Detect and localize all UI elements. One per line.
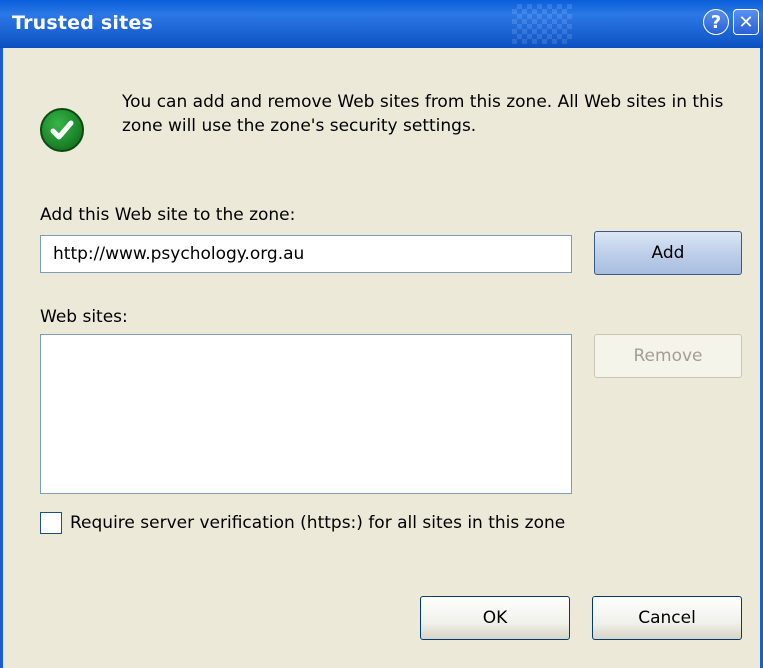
close-button[interactable]: ✕ (733, 9, 759, 35)
remove-button-label: Remove (633, 346, 703, 366)
remove-button: Remove (594, 334, 742, 378)
https-verification-label[interactable]: Require server verification (https:) for… (70, 513, 565, 533)
add-button[interactable]: Add (594, 231, 742, 275)
zone-description: You can add and remove Web sites from th… (122, 92, 724, 136)
web-sites-list[interactable] (40, 334, 572, 494)
ok-button-label: OK (482, 608, 508, 628)
window-title: Trusted sites (12, 12, 153, 34)
site-url-input[interactable] (40, 235, 572, 273)
check-icon (40, 108, 84, 152)
close-icon: ✕ (738, 11, 754, 33)
help-icon: ? (710, 11, 722, 33)
help-button[interactable]: ? (703, 9, 729, 35)
https-verification-row[interactable]: Require server verification (https:) for… (40, 512, 565, 534)
https-verification-checkbox[interactable] (40, 512, 62, 534)
title-bar[interactable]: Trusted sites ? ✕ (0, 0, 763, 48)
add-site-label: Add this Web site to the zone: (40, 205, 296, 225)
cancel-button[interactable]: Cancel (592, 596, 742, 640)
web-sites-label: Web sites: (40, 307, 128, 327)
title-bar-decoration (512, 4, 572, 44)
ok-button[interactable]: OK (420, 596, 570, 640)
window-frame-left (0, 48, 3, 668)
add-button-label: Add (651, 243, 685, 263)
cancel-button-label: Cancel (638, 608, 696, 628)
